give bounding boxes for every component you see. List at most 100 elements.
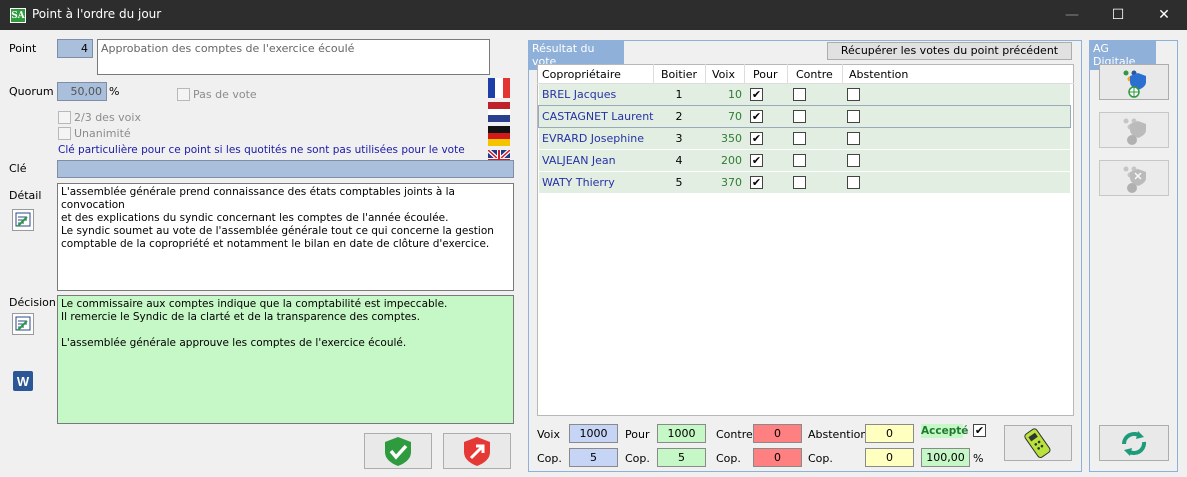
refresh-button[interactable] <box>1099 425 1169 461</box>
sum-contre-cop-value: 0 <box>753 448 802 467</box>
vote-row[interactable]: BREL Jacques 1 10 <box>539 84 1070 105</box>
ag-connect-button[interactable] <box>1099 64 1169 100</box>
ag-disconnect-button[interactable] <box>1099 160 1169 196</box>
voix-value: 350 <box>721 132 742 145</box>
close-button[interactable]: ✕ <box>1141 0 1187 30</box>
app-icon: SA <box>10 8 26 23</box>
vote-row[interactable]: WATY Thierry 5 370 <box>539 172 1070 193</box>
flag-germany-icon[interactable] <box>488 126 510 146</box>
pour-checkbox[interactable] <box>750 176 763 189</box>
vote-row[interactable]: VALJEAN Jean 4 200 <box>539 150 1070 171</box>
sum-contre-label: Contre <box>716 428 753 441</box>
vote-grid-header: Copropriétaire Boitier Voix Pour Contre … <box>537 64 1074 84</box>
network-shield-cross-icon <box>1123 166 1146 193</box>
edit-text-icon <box>15 316 31 331</box>
decision-edit-button[interactable] <box>12 313 34 335</box>
sum-abst-cop-label: Cop. <box>808 452 833 465</box>
abstention-checkbox[interactable] <box>847 88 860 101</box>
abstention-checkbox[interactable] <box>847 154 860 167</box>
ok-button[interactable] <box>364 433 432 469</box>
detail-textarea[interactable]: L'assemblée générale prend connaissance … <box>57 183 514 291</box>
contre-checkbox[interactable] <box>793 88 806 101</box>
sum-abst-cop-value: 0 <box>865 448 914 467</box>
ag-send-button[interactable] <box>1099 112 1169 148</box>
abstention-checkbox[interactable] <box>847 110 860 123</box>
voix-value: 10 <box>728 88 742 101</box>
owner-name: EVRARD Josephine <box>542 132 645 145</box>
point-number-field[interactable]: 4 <box>57 39 93 58</box>
refresh-icon <box>1122 431 1147 456</box>
deux-tiers-label: 2/3 des voix <box>74 111 141 124</box>
sum-cop-value: 5 <box>569 448 618 467</box>
col-contre[interactable]: Contre <box>796 68 833 81</box>
cle-label: Clé <box>9 162 27 175</box>
contre-checkbox[interactable] <box>793 154 806 167</box>
boitier-number: 4 <box>675 154 683 167</box>
contre-checkbox[interactable] <box>793 132 806 145</box>
voix-value: 70 <box>728 110 742 123</box>
abstention-checkbox[interactable] <box>847 176 860 189</box>
boitier-number: 1 <box>675 88 683 101</box>
pas-de-vote-checkbox[interactable] <box>177 88 190 104</box>
col-voix[interactable]: Voix <box>712 68 735 81</box>
abstention-checkbox[interactable] <box>847 132 860 145</box>
col-owner[interactable]: Copropriétaire <box>542 68 621 81</box>
point-label: Point <box>9 42 37 55</box>
col-boitier[interactable]: Boitier <box>661 68 697 81</box>
svg-text:W: W <box>17 374 30 389</box>
accepte-checkbox[interactable] <box>973 424 986 437</box>
unanimite-checkbox[interactable] <box>58 127 71 143</box>
unanimite-label: Unanimité <box>74 127 131 140</box>
cle-hint-text: Clé particulière pour ce point si les qu… <box>58 144 465 156</box>
pour-checkbox[interactable] <box>750 88 763 101</box>
decision-textarea[interactable]: Le commissaire aux comptes indique que l… <box>57 295 514 424</box>
contre-checkbox[interactable] <box>793 110 806 123</box>
quorum-field[interactable]: 50,00 <box>57 82 107 101</box>
deux-tiers-checkbox[interactable] <box>58 111 71 127</box>
voix-value: 200 <box>721 154 742 167</box>
minimize-button[interactable]: — <box>1049 0 1095 30</box>
point-title-field[interactable]: Approbation des comptes de l'exercice éc… <box>97 39 490 75</box>
word-export-button[interactable]: W <box>12 370 34 392</box>
pour-checkbox[interactable] <box>750 154 763 167</box>
edit-text-icon <box>15 212 31 227</box>
sum-pour-cop-label: Cop. <box>625 452 650 465</box>
voting-remote-icon <box>1024 428 1051 458</box>
sum-voix-value: 1000 <box>569 424 618 443</box>
contre-checkbox[interactable] <box>793 176 806 189</box>
remote-control-button[interactable] <box>1004 425 1072 461</box>
vote-row[interactable]: EVRARD Josephine 3 350 <box>539 128 1070 149</box>
word-icon: W <box>13 371 33 391</box>
maximize-button[interactable]: ☐ <box>1095 0 1141 30</box>
quorum-unit: % <box>109 85 120 98</box>
col-pour[interactable]: Pour <box>753 68 777 81</box>
cancel-button[interactable] <box>443 433 511 469</box>
accepte-label: Accepté <box>921 424 969 438</box>
owner-name: VALJEAN Jean <box>542 154 616 167</box>
shield-check-icon <box>385 437 411 466</box>
voix-value: 370 <box>721 176 742 189</box>
pour-checkbox[interactable] <box>750 110 763 123</box>
vote-row[interactable]: CASTAGNET Laurent 2 70 <box>538 105 1071 128</box>
percent-unit: % <box>973 452 984 465</box>
detail-edit-button[interactable] <box>12 209 34 231</box>
ag-digitale-panel <box>1089 40 1178 472</box>
recup-votes-button[interactable]: Récupérer les votes du point précédent <box>827 42 1072 60</box>
sum-pour-value: 1000 <box>657 424 706 443</box>
sum-pour-cop-value: 5 <box>657 448 706 467</box>
flag-netherlands-icon[interactable] <box>488 102 510 122</box>
pour-checkbox[interactable] <box>750 132 763 145</box>
pas-de-vote-label: Pas de vote <box>193 88 257 101</box>
flag-france-icon[interactable] <box>488 78 510 98</box>
cle-field[interactable] <box>57 160 514 178</box>
network-shield-gray-icon <box>1123 118 1146 145</box>
owner-name: BREL Jacques <box>542 88 617 101</box>
owner-name: WATY Thierry <box>542 176 615 189</box>
percent-value: 100,00 <box>921 448 970 467</box>
owner-name: CASTAGNET Laurent <box>542 110 654 123</box>
boitier-number: 2 <box>675 110 683 123</box>
col-abstention[interactable]: Abstention <box>849 68 908 81</box>
sum-contre-value: 0 <box>753 424 802 443</box>
sum-voix-label: Voix <box>537 428 560 441</box>
network-shield-globe-icon <box>1123 70 1146 98</box>
